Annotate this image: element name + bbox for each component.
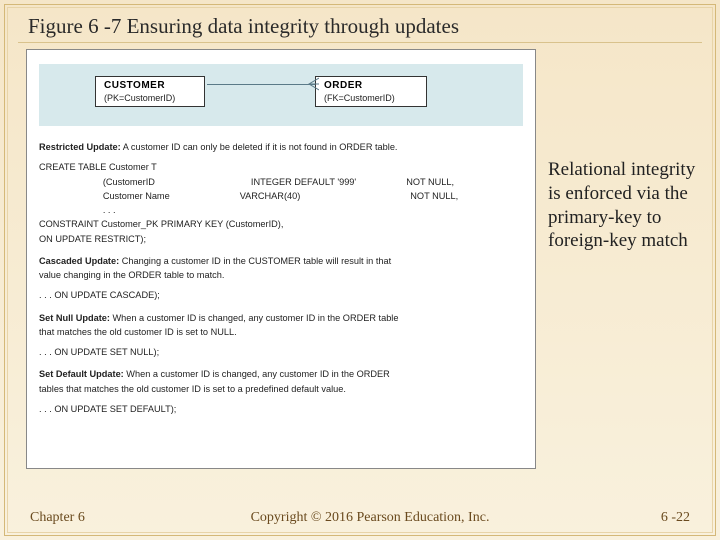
entity-order-name: ORDER (324, 80, 418, 93)
title-rule (18, 42, 702, 43)
create-table-line: CREATE TABLE Customer T (39, 160, 523, 174)
cascaded-label: Cascaded Update: (39, 256, 119, 266)
entity-customer-key: (PK=CustomerID) (104, 93, 196, 104)
setdefault-line2: tables that matches the old customer ID … (39, 382, 523, 396)
er-diagram: CUSTOMER (PK=CustomerID) ORDER (FK=Custo… (39, 64, 523, 126)
on-update-cascade: . . . ON UPDATE CASCADE); (39, 288, 523, 302)
col-customername: Customer NameVARCHAR(40)NOT NULL, (39, 189, 523, 203)
chapter-label: Chapter 6 (30, 510, 130, 526)
col-customerid: (CustomerIDINTEGER DEFAULT '999'NOT NULL… (39, 175, 523, 189)
restricted-text: A customer ID can only be deleted if it … (121, 142, 398, 152)
setnull-label: Set Null Update: (39, 313, 110, 323)
entity-customer-name: CUSTOMER (104, 80, 196, 93)
cascaded-line2: value changing in the ORDER table to mat… (39, 268, 523, 282)
figure-body: CUSTOMER (PK=CustomerID) ORDER (FK=Custo… (26, 49, 536, 469)
cascaded-text: Changing a customer ID in the CUSTOMER t… (119, 256, 391, 266)
setnull-line1: Set Null Update: When a customer ID is c… (39, 311, 523, 325)
setdefault-line1: Set Default Update: When a customer ID i… (39, 367, 523, 381)
sql-examples: Restricted Update: A customer ID can onl… (39, 140, 523, 416)
entity-order-key: (FK=CustomerID) (324, 93, 418, 104)
annotation-callout: Relational integrity is enforced via the… (548, 158, 706, 253)
slide-footer: Chapter 6 Copyright © 2016 Pearson Educa… (30, 510, 690, 526)
setnull-line2: that matches the old customer ID is set … (39, 325, 523, 339)
setdefault-text: When a customer ID is changed, any custo… (124, 369, 390, 379)
setdefault-label: Set Default Update: (39, 369, 124, 379)
restricted-update-line: Restricted Update: A customer ID can onl… (39, 140, 523, 154)
on-update-setnull: . . . ON UPDATE SET NULL); (39, 345, 523, 359)
entity-order: ORDER (FK=CustomerID) (315, 76, 427, 107)
cascaded-line1: Cascaded Update: Changing a customer ID … (39, 254, 523, 268)
ellipsis-1: . . . (39, 203, 523, 217)
constraint-line: CONSTRAINT Customer_PK PRIMARY KEY (Cust… (39, 217, 523, 231)
setnull-text: When a customer ID is changed, any custo… (110, 313, 399, 323)
restricted-label: Restricted Update: (39, 142, 121, 152)
crows-foot-icon (307, 76, 319, 92)
on-update-setdefault: . . . ON UPDATE SET DEFAULT); (39, 402, 523, 416)
figure-title: Figure 6 -7 Ensuring data integrity thro… (28, 14, 700, 39)
entity-customer: CUSTOMER (PK=CustomerID) (95, 76, 205, 107)
copyright-text: Copyright © 2016 Pearson Education, Inc. (130, 510, 610, 526)
page-number: 6 -22 (610, 510, 690, 526)
on-update-restrict: ON UPDATE RESTRICT); (39, 232, 523, 246)
relationship-line (207, 84, 315, 85)
